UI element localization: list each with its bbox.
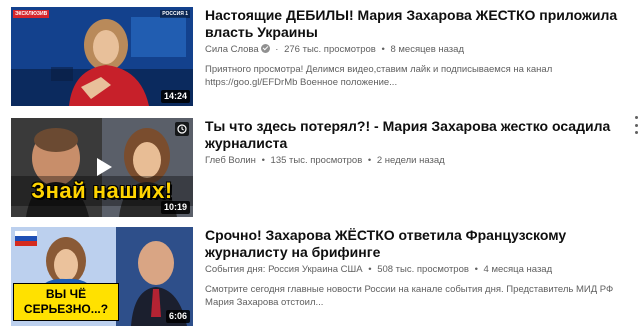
video-description: Приятного просмотра! Делимся видео,стави…: [205, 64, 553, 88]
thumbnail-caption-line: СЕРЬЕЗНО...?: [23, 302, 109, 316]
video-info: Настоящие ДЕБИЛЫ! Мария Захарова ЖЕСТКО …: [205, 7, 630, 89]
view-count: 276 тыс. просмотров: [284, 44, 376, 55]
more-vert-icon[interactable]: [633, 116, 639, 134]
video-description: Смотрите сегодня главные новости России …: [205, 284, 614, 308]
verified-check-icon: [260, 44, 270, 53]
separator: ·: [275, 44, 279, 55]
upload-age: 8 месяцев назад: [390, 44, 464, 55]
video-item[interactable]: Знай наших! 10:19 Ты что здесь потерял?!…: [11, 116, 640, 218]
duration-badge: 10:19: [160, 201, 190, 214]
duration-badge: 6:06: [165, 310, 190, 323]
channel-name[interactable]: События дня: Россия Украина США: [205, 264, 363, 275]
thumbnail-caption-line: ВЫ ЧЁ: [45, 287, 87, 301]
separator: •: [367, 155, 372, 166]
video-meta: События дня: Россия Украина США • 508 ты…: [205, 264, 630, 276]
upload-age: 4 месяца назад: [483, 264, 553, 275]
video-meta: Глеб Волин • 135 тыс. просмотров • 2 нед…: [205, 155, 630, 167]
separator: •: [368, 264, 372, 275]
channel-name[interactable]: Сила Слова: [205, 44, 259, 55]
view-count: 508 тыс. просмотров: [377, 264, 469, 275]
channel-name[interactable]: Глеб Волин: [205, 155, 256, 166]
watch-later-icon[interactable]: [175, 122, 189, 136]
video-thumbnail[interactable]: ВЫ ЧЁ СЕРЬЕЗНО...? 6:06: [11, 227, 193, 326]
separator: •: [261, 155, 265, 166]
video-info: Ты что здесь потерял?! - Мария Захарова …: [205, 118, 630, 167]
video-info: Срочно! Захарова ЖЁСТКО ответила Француз…: [205, 227, 630, 309]
video-meta: Сила Слова · 276 тыс. просмотров • 8 мес…: [205, 44, 630, 56]
video-thumbnail[interactable]: Знай наших! 10:19: [11, 118, 193, 217]
view-count: 135 тыс. просмотров: [270, 155, 363, 166]
separator: •: [474, 264, 478, 275]
video-item[interactable]: ВЫ ЧЁ СЕРЬЕЗНО...? 6:06 Срочно! Захарова…: [11, 227, 640, 327]
duration-badge: 14:24: [160, 90, 190, 103]
video-thumbnail[interactable]: ЭКСКЛЮЗИВ РОССИЯ 1 14:24: [11, 7, 193, 106]
exclusive-badge: ЭКСКЛЮЗИВ: [13, 10, 50, 18]
video-item[interactable]: ЭКСКЛЮЗИВ РОССИЯ 1 14:24 Настоящие ДЕБИЛ…: [11, 7, 640, 107]
video-title[interactable]: Ты что здесь потерял?! - Мария Захарова …: [205, 118, 630, 152]
thumbnail-caption: ВЫ ЧЁ СЕРЬЕЗНО...?: [13, 283, 119, 321]
separator: •: [381, 44, 385, 55]
video-title[interactable]: Настоящие ДЕБИЛЫ! Мария Захарова ЖЕСТКО …: [205, 7, 630, 41]
video-title[interactable]: Срочно! Захарова ЖЁСТКО ответила Француз…: [205, 227, 630, 261]
channel-logo: РОССИЯ 1: [160, 10, 190, 18]
upload-age: 2 недели назад: [376, 155, 445, 166]
